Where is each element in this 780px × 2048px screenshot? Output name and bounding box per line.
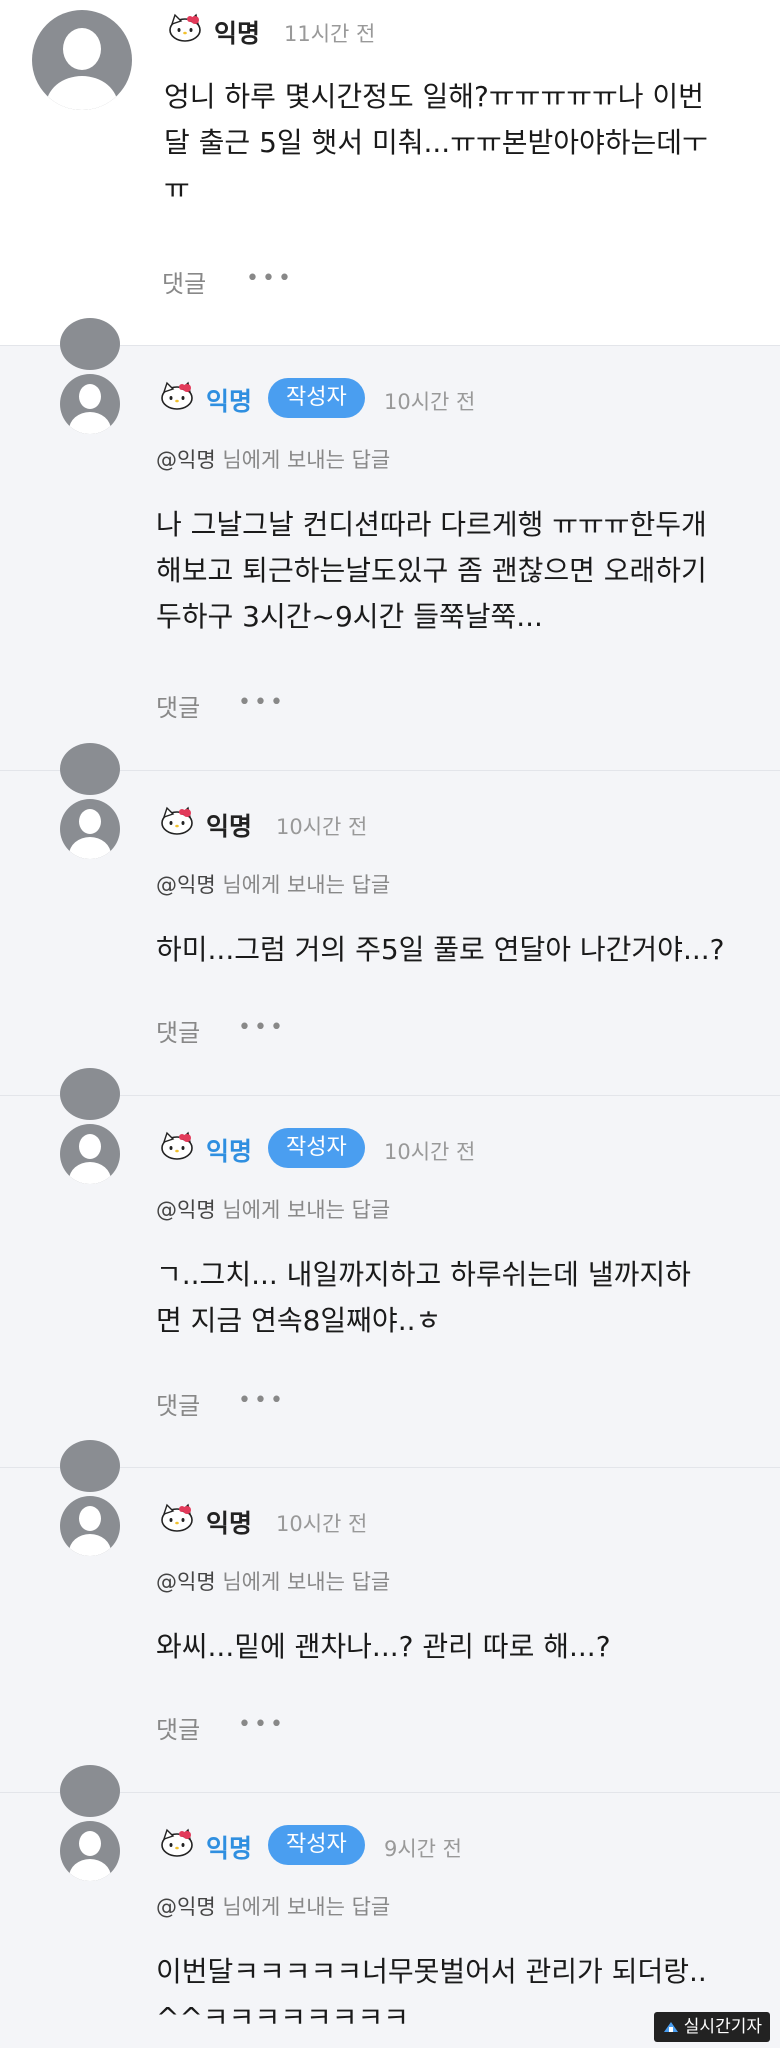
hello-kitty-icon: [158, 1827, 196, 1857]
reply-target-mention[interactable]: @익명: [156, 448, 216, 472]
comment: 익명 11시간 전 엉니 하루 몇시간정도 일해?ㅠㅠㅠㅠㅠ나 이번 달 출근 …: [0, 0, 780, 345]
nickname[interactable]: 익명: [206, 807, 252, 843]
reply-indicator-icon: [60, 743, 120, 795]
avatar-icon[interactable]: [60, 374, 120, 434]
reply-target-suffix: 님에게 보내는 답글: [215, 1895, 391, 1919]
comment-button[interactable]: 댓글: [156, 1710, 200, 1745]
reply-target-suffix: 님에게 보내는 답글: [215, 1570, 391, 1594]
reply-target: @익명 님에게 보내는 답글: [156, 869, 390, 899]
comment-text: ㄱ..그치... 내일까지하고 하루쉬는데 낼까지하 면 지금 연속8일째야..…: [156, 1258, 691, 1337]
nickname[interactable]: 익명: [206, 382, 252, 418]
timestamp: 11시간 전: [284, 22, 376, 46]
reply-comment: 익명 작성자 10시간 전 @익명 님에게 보내는 답글 나 그날그날 컨디션따…: [0, 318, 780, 770]
reply-comment: 익명 10시간 전 @익명 님에게 보내는 답글 하미...그럼 거의 주5일 …: [0, 743, 780, 1095]
comment-button[interactable]: 댓글: [156, 688, 200, 723]
reply-target-suffix: 님에게 보내는 답글: [215, 448, 391, 472]
nickname[interactable]: 익명: [206, 1829, 252, 1865]
reply-target-mention[interactable]: @익명: [156, 873, 216, 897]
reply-target-mention[interactable]: @익명: [156, 1570, 216, 1594]
nickname[interactable]: 익명: [206, 1132, 252, 1168]
reply-target: @익명 님에게 보내는 답글: [156, 1891, 390, 1921]
comment-button[interactable]: 댓글: [156, 1013, 200, 1048]
timestamp: 9시간 전: [384, 1837, 462, 1861]
avatar-icon[interactable]: [60, 1496, 120, 1556]
author-badge: 작성자: [268, 1128, 365, 1168]
avatar-icon[interactable]: [60, 1124, 120, 1184]
reply-target: @익명 님에게 보내는 답글: [156, 444, 390, 474]
reply-indicator-icon: [60, 1440, 120, 1492]
timestamp: 10시간 전: [276, 815, 368, 839]
avatar-icon[interactable]: [32, 10, 132, 110]
reply-target-mention[interactable]: @익명: [156, 1198, 216, 1222]
reply-target-mention[interactable]: @익명: [156, 1895, 216, 1919]
comment-text: 나 그날그날 컨디션따라 다르게행 ㅠㅠㅠ한두개 해보고 퇴근하는날도있구 좀 …: [156, 508, 707, 633]
reply-target-suffix: 님에게 보내는 답글: [215, 873, 391, 897]
nickname[interactable]: 익명: [206, 1504, 252, 1540]
timestamp: 10시간 전: [384, 1140, 476, 1164]
hello-kitty-icon: [158, 380, 196, 410]
avatar-icon[interactable]: [60, 1821, 120, 1881]
reply-target: @익명 님에게 보내는 답글: [156, 1194, 390, 1224]
author-badge: 작성자: [268, 1825, 365, 1865]
watermark: 실시간기자: [653, 2012, 770, 2042]
more-dots-icon[interactable]: •••: [238, 1712, 286, 1737]
more-dots-icon[interactable]: •••: [238, 1388, 286, 1413]
nickname[interactable]: 익명: [214, 14, 260, 50]
reply-target-suffix: 님에게 보내는 답글: [215, 1198, 391, 1222]
watermark-text: 실시간기자: [683, 2017, 762, 2037]
hello-kitty-icon: [158, 1502, 196, 1532]
reply-indicator-icon: [60, 318, 120, 370]
timestamp: 10시간 전: [384, 390, 476, 414]
more-dots-icon[interactable]: •••: [246, 266, 294, 291]
comment-button[interactable]: 댓글: [162, 264, 206, 299]
avatar-icon[interactable]: [60, 799, 120, 859]
reply-comment: 익명 작성자 10시간 전 @익명 님에게 보내는 답글 ㄱ..그치... 내일…: [0, 1068, 780, 1467]
hello-kitty-icon: [158, 1130, 196, 1160]
comment-text: 엉니 하루 몇시간정도 일해?ㅠㅠㅠㅠㅠ나 이번 달 출근 5일 햇서 미춰..…: [164, 80, 708, 205]
comment-text: 와씨...밑에 괜차나...? 관리 따로 해...?: [156, 1630, 611, 1663]
hello-kitty-icon: [158, 805, 196, 835]
timestamp: 10시간 전: [276, 1512, 368, 1536]
hello-kitty-icon: [166, 12, 204, 42]
reply-target: @익명 님에게 보내는 답글: [156, 1566, 390, 1596]
watermark-logo-icon: [663, 2022, 678, 2032]
reply-indicator-icon: [60, 1765, 120, 1817]
comment-text: 하미...그럼 거의 주5일 풀로 연달아 나간거야...?: [156, 933, 725, 966]
reply-comment: 익명 10시간 전 @익명 님에게 보내는 답글 와씨...밑에 괜차나...?…: [0, 1440, 780, 1792]
reply-comment: 익명 작성자 9시간 전 @익명 님에게 보내는 답글 이번달ㅋㅋㅋㅋㅋ너무못벌…: [0, 1765, 780, 2048]
reply-indicator-icon: [60, 1068, 120, 1120]
more-dots-icon[interactable]: •••: [238, 690, 286, 715]
comment-button[interactable]: 댓글: [156, 1386, 200, 1421]
more-dots-icon[interactable]: •••: [238, 1015, 286, 1040]
author-badge: 작성자: [268, 378, 365, 418]
